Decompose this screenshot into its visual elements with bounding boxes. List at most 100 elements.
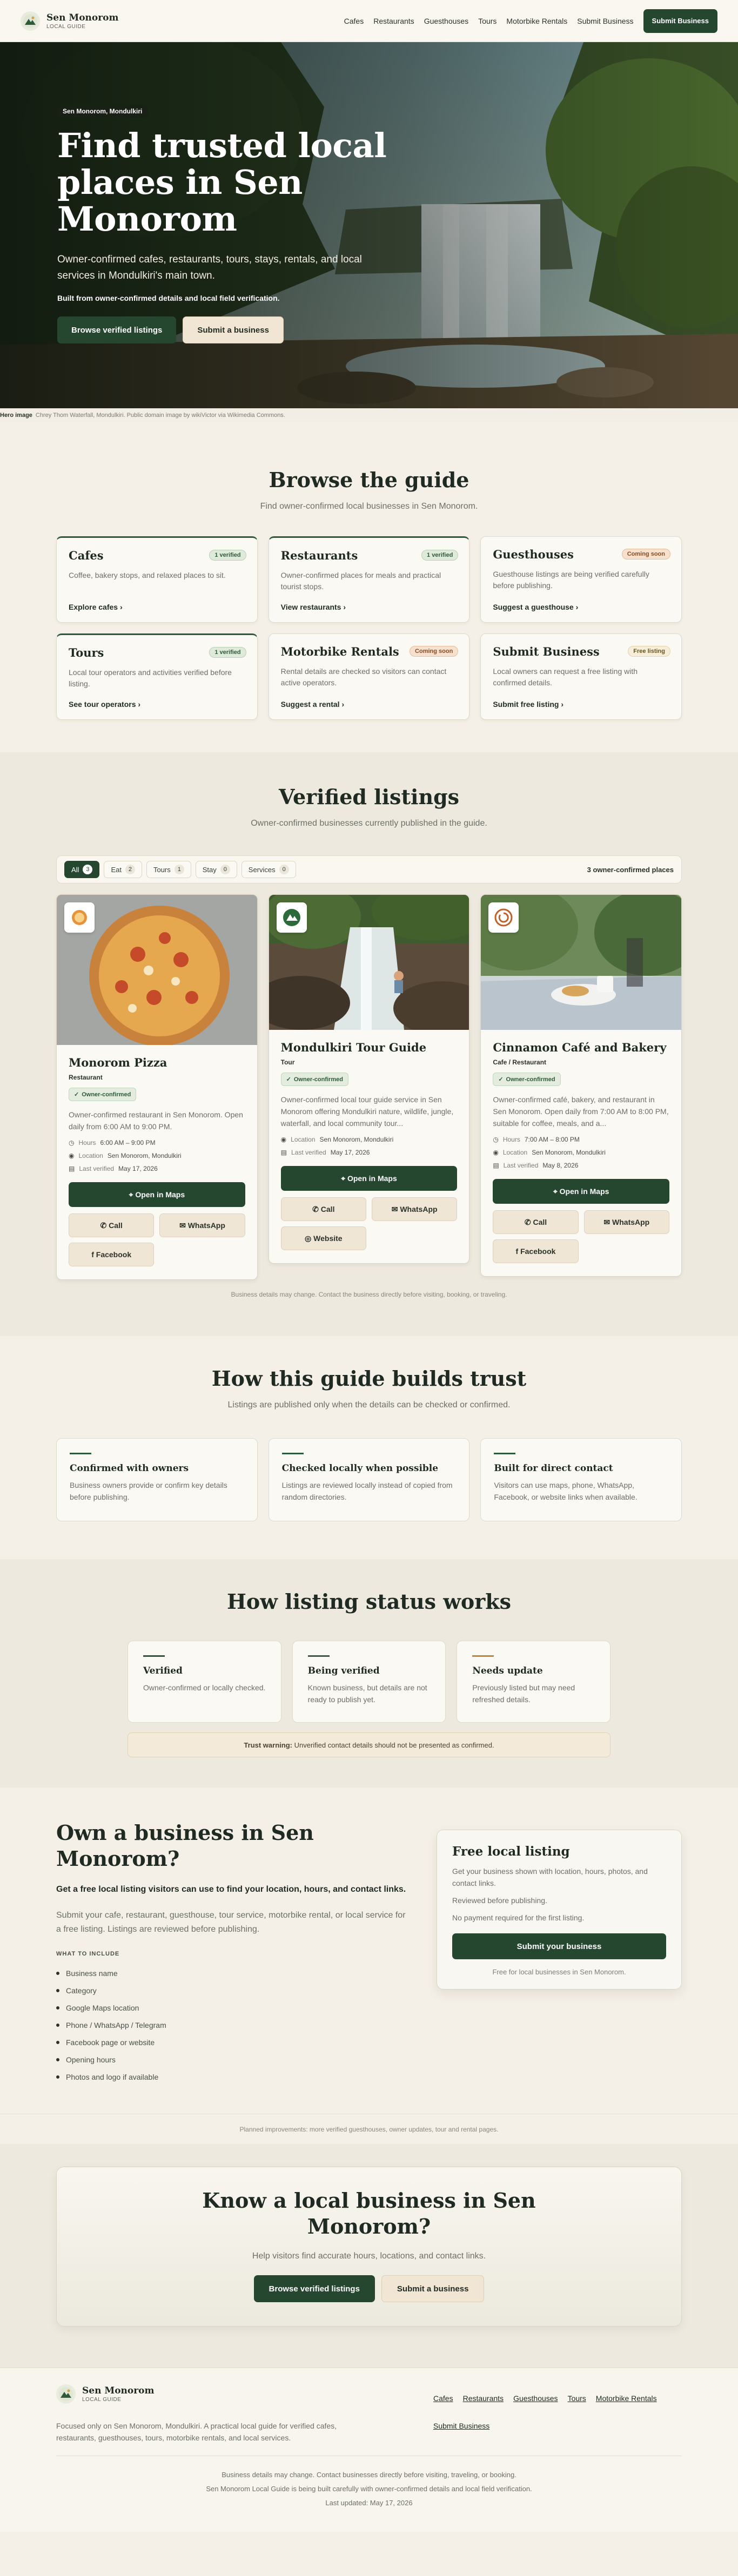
brand-name: Sen Monorom xyxy=(46,12,119,23)
website-button[interactable]: ◎ Website xyxy=(280,1226,366,1250)
listing-type: Tour xyxy=(280,1058,295,1066)
status-badge: 1 verified xyxy=(209,550,246,561)
listing-photo xyxy=(57,895,257,1045)
whatsapp-button[interactable]: ✉ WhatsApp xyxy=(159,1213,245,1237)
listing-hours: ◷ Hours 7:00 AM – 8:00 PM xyxy=(493,1136,580,1143)
open-in-maps-button[interactable]: ⌖ Open in Maps xyxy=(69,1182,245,1207)
hero-browse-button[interactable]: Browse verified listings xyxy=(57,316,177,343)
call-button[interactable]: ✆ Call xyxy=(493,1210,579,1234)
footer-desc: Focused only on Sen Monorom, Mondulkiri.… xyxy=(56,2422,337,2442)
phone-icon: ✆ xyxy=(100,1220,109,1230)
category-link[interactable]: Suggest a guesthouse › xyxy=(493,603,578,611)
status-badge: 1 verified xyxy=(209,647,246,658)
hero-note: Built from owner-confirmed details and l… xyxy=(57,294,280,302)
status-card-desc: Known business, but details are not read… xyxy=(307,1683,427,1704)
nav-restaurants[interactable]: Restaurants xyxy=(373,17,414,25)
filter-stay[interactable]: Stay 0 xyxy=(195,861,237,878)
footer-link-cafes[interactable]: Cafes xyxy=(433,2394,453,2416)
header-submit-button[interactable]: Submit Business xyxy=(643,9,717,33)
footer-link-motorbike-rentals[interactable]: Motorbike Rentals xyxy=(596,2394,657,2416)
status-card-needs-update: Needs update Previously listed but may ne… xyxy=(457,1641,610,1723)
filter-eat[interactable]: Eat 2 xyxy=(104,861,142,878)
business-logo-icon xyxy=(488,902,519,933)
status-card-verified: Verified Owner-confirmed or locally check… xyxy=(128,1641,281,1723)
owner-confirmed-badge: ✓ Owner-confirmed xyxy=(69,1088,137,1101)
call-button[interactable]: ✆ Call xyxy=(280,1197,366,1221)
category-card-restaurants[interactable]: Restaurants 1 verified Owner-confirmed p… xyxy=(268,536,470,623)
category-link[interactable]: View restaurants › xyxy=(281,603,346,611)
whatsapp-button[interactable]: ✉ WhatsApp xyxy=(371,1197,458,1221)
listing-card-cinnamon-cafe: Cinnamon Café and Bakery Cafe / Restaura… xyxy=(480,894,682,1277)
category-link[interactable]: Suggest a rental › xyxy=(281,700,344,709)
trust-card-desc: Visitors can use maps, phone, WhatsApp, … xyxy=(494,1481,638,1501)
browse-guide-section: Browse the guide Find owner-confirmed lo… xyxy=(0,422,738,752)
footer-brand[interactable]: Sen Monorom Local Guide xyxy=(56,2384,359,2404)
submit-your-business-button[interactable]: Submit your business xyxy=(452,1933,666,1959)
free-card-title: Free local listing xyxy=(452,1844,570,1859)
open-in-maps-button[interactable]: ⌖ Open in Maps xyxy=(280,1166,458,1191)
open-in-maps-button[interactable]: ⌖ Open in Maps xyxy=(493,1179,669,1204)
footer-link-restaurants[interactable]: Restaurants xyxy=(463,2394,504,2416)
site-header: Sen Monorom Local Guide Cafes Restaurant… xyxy=(0,0,738,42)
logo-icon xyxy=(21,11,40,31)
hero-submit-button[interactable]: Submit a business xyxy=(183,316,284,343)
footer-links: Cafes Restaurants Guesthouses Tours Moto… xyxy=(433,2394,682,2444)
listing-type: Cafe / Restaurant xyxy=(493,1058,547,1066)
cta-browse-button[interactable]: Browse verified listings xyxy=(253,2275,375,2302)
footer-link-guesthouses[interactable]: Guesthouses xyxy=(513,2394,558,2416)
footer-link-tours[interactable]: Tours xyxy=(568,2394,586,2416)
status-card-title: Needs update xyxy=(472,1665,543,1676)
own-lead: Get a free local listing visitors can us… xyxy=(56,1885,406,1894)
trust-card-desc: Listings are reviewed locally instead of… xyxy=(281,1481,453,1501)
status-badge: Coming soon xyxy=(410,646,459,657)
category-card-cafes[interactable]: Cafes 1 verified Coffee, bakery stops, a… xyxy=(56,536,258,623)
category-desc: Coffee, bakery stops, and relaxed places… xyxy=(69,571,226,579)
whatsapp-icon: ✉ xyxy=(391,1204,400,1213)
footer-link-submit-business[interactable]: Submit Business xyxy=(433,2422,489,2444)
list-item: Category xyxy=(56,1982,410,1999)
pin-icon: ◉ xyxy=(280,1136,287,1143)
facebook-button[interactable]: f Facebook xyxy=(493,1239,579,1263)
category-desc: Owner-confirmed places for meals and pra… xyxy=(280,571,441,591)
listing-type: Restaurant xyxy=(69,1074,103,1081)
trust-card: Built for direct contact Visitors can use… xyxy=(480,1438,682,1521)
hero-credit: Hero image Chrey Thom Waterfall, Mondulki… xyxy=(0,408,738,422)
filter-services[interactable]: Services 0 xyxy=(241,861,296,878)
category-card-tours[interactable]: Tours 1 verified Local tour operators an… xyxy=(56,633,258,720)
cta-card: Know a local business in Sen Monorom? He… xyxy=(56,2167,682,2327)
map-pin-icon: ⌖ xyxy=(553,1186,560,1196)
nav-cafes[interactable]: Cafes xyxy=(344,17,364,25)
footer-line: Sen Monorom Local Guide is being built c… xyxy=(206,2485,532,2493)
filter-all[interactable]: All 3 xyxy=(64,861,100,878)
category-link[interactable]: See tour operators › xyxy=(69,700,140,709)
listing-desc: Owner-confirmed restaurant in Sen Monoro… xyxy=(69,1110,243,1131)
listing-desc: Owner-confirmed local tour guide service… xyxy=(280,1095,454,1128)
check-icon: ✓ xyxy=(286,1076,291,1083)
nav-tours[interactable]: Tours xyxy=(478,17,497,25)
brand[interactable]: Sen Monorom Local Guide xyxy=(21,11,119,31)
call-button[interactable]: ✆ Call xyxy=(69,1213,155,1237)
facebook-icon: f xyxy=(91,1250,96,1259)
check-icon: ✓ xyxy=(74,1091,79,1098)
brand-subtitle: Local Guide xyxy=(82,2397,122,2403)
listing-location: ◉ Location Sen Monorom, Mondulkiri xyxy=(280,1136,394,1143)
category-card-motorbike-rentals[interactable]: Motorbike Rentals Coming soon Rental det… xyxy=(268,633,470,720)
listing-photo xyxy=(481,895,681,1030)
whatsapp-button[interactable]: ✉ WhatsApp xyxy=(583,1210,669,1234)
cta-title: Know a local business in Sen Monorom? xyxy=(202,2188,536,2238)
listing-location: ◉ Location Sen Monorom, Mondulkiri xyxy=(69,1152,182,1159)
category-link[interactable]: Submit free listing › xyxy=(493,700,563,709)
listing-hours: ◷ Hours 6:00 AM – 9:00 PM xyxy=(69,1139,156,1147)
check-icon: ✓ xyxy=(498,1076,504,1083)
guide-title: Browse the guide xyxy=(269,468,469,492)
cta-submit-button[interactable]: Submit a business xyxy=(381,2275,485,2302)
filter-tours[interactable]: Tours 1 xyxy=(146,861,191,878)
nav-guesthouses[interactable]: Guesthouses xyxy=(424,17,469,25)
nav-submit-business[interactable]: Submit Business xyxy=(577,17,633,25)
nav-motorbike-rentals[interactable]: Motorbike Rentals xyxy=(506,17,567,25)
listings-note: Business details may change. Contact the… xyxy=(231,1291,507,1298)
category-link[interactable]: Explore cafes › xyxy=(69,603,123,611)
facebook-button[interactable]: f Facebook xyxy=(69,1243,155,1266)
category-card-guesthouses[interactable]: Guesthouses Coming soon Guesthouse listi… xyxy=(480,536,682,623)
category-card-submit-business[interactable]: Submit Business Free listing Local owner… xyxy=(480,633,682,720)
